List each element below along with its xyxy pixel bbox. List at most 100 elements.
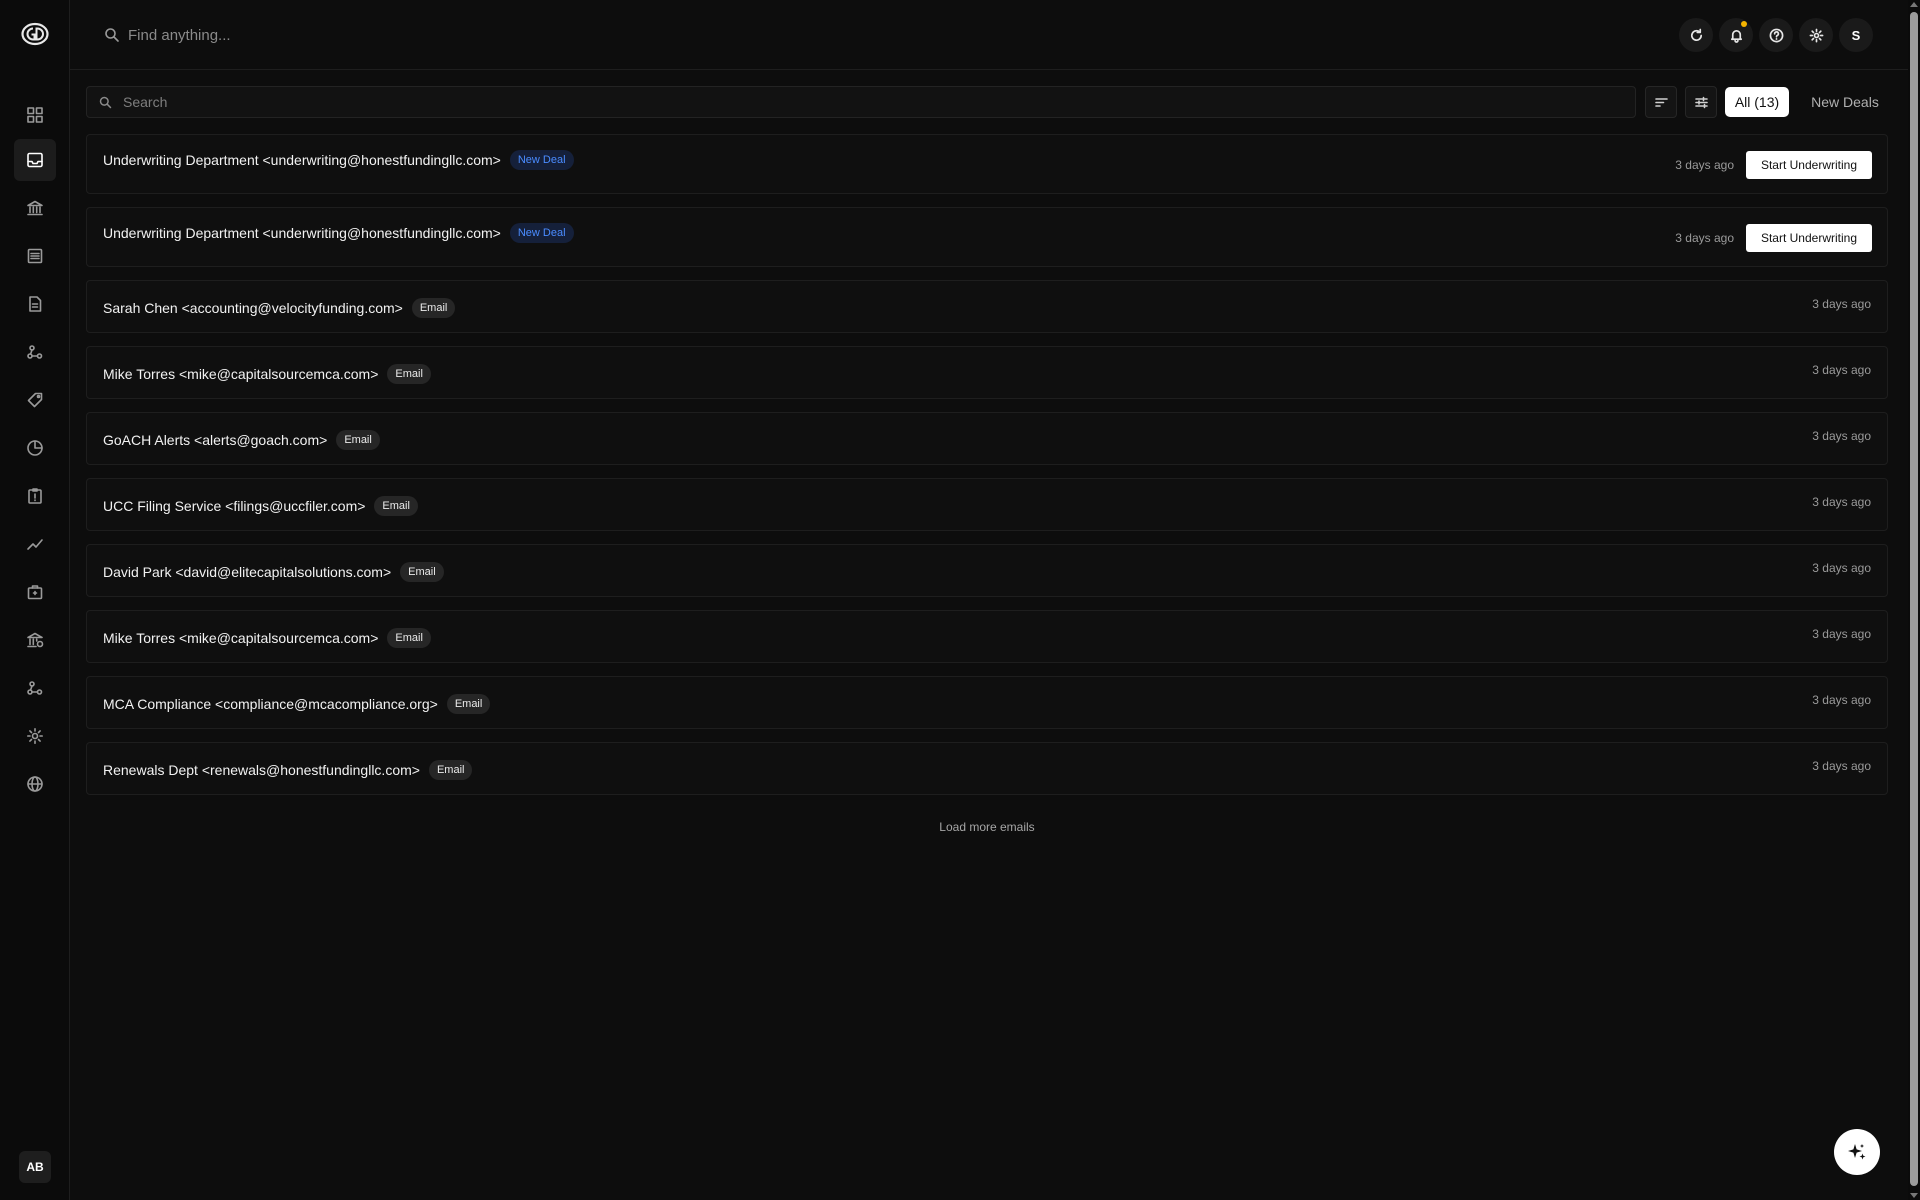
sort-button[interactable] <box>1645 86 1677 118</box>
email-timestamp: 3 days ago <box>1812 363 1871 377</box>
email-row[interactable]: Mike Torres <mike@capitalsourcemca.com> E… <box>86 610 1888 663</box>
sidebar-item-tasks[interactable] <box>14 475 56 517</box>
email-sender: Mike Torres <mike@capitalsourcemca.com> <box>103 366 379 382</box>
scroll-up-arrow[interactable] <box>1910 2 1918 7</box>
sidebar-item-analytics[interactable] <box>14 523 56 565</box>
sidebar-item-settings[interactable] <box>14 715 56 757</box>
email-sender: Renewals Dept <renewals@honestfundingllc… <box>103 762 420 778</box>
email-timestamp: 3 days ago <box>1812 759 1871 773</box>
email-row[interactable]: Underwriting Department <underwriting@ho… <box>86 207 1888 267</box>
list-toolbar: All (13) New Deals <box>86 86 1886 118</box>
sparkles-icon <box>1848 1144 1866 1160</box>
email-timestamp: 3 days ago <box>1812 495 1871 509</box>
refresh-button[interactable] <box>1679 18 1713 52</box>
email-timestamp: 3 days ago <box>1675 231 1734 245</box>
nodes-icon <box>27 345 43 359</box>
help-button[interactable] <box>1759 18 1793 52</box>
sidebar-item-nodes[interactable] <box>14 331 56 373</box>
network-icon <box>27 681 43 695</box>
refresh-icon <box>1690 28 1702 41</box>
notification-dot <box>1741 21 1747 27</box>
sidebar-item-globe[interactable] <box>14 763 56 805</box>
email-row-content: Underwriting Department <underwriting@ho… <box>103 223 574 243</box>
new-deal-badge: New Deal <box>509 223 574 243</box>
sidebar-item-tags[interactable] <box>14 379 56 421</box>
globe-icon <box>27 776 43 792</box>
email-sender: Underwriting Department <underwriting@ho… <box>103 152 501 168</box>
scroll-down-arrow[interactable] <box>1910 1193 1918 1198</box>
email-timestamp: 3 days ago <box>1812 627 1871 641</box>
sidebar-item-portfolio[interactable] <box>14 571 56 613</box>
email-row-content: Mike Torres <mike@capitalsourcemca.com> E… <box>103 364 431 384</box>
email-badge: Email <box>387 364 431 384</box>
email-badge: Email <box>374 496 418 516</box>
email-row-content: Sarah Chen <accounting@velocityfunding.c… <box>103 298 456 318</box>
search-icon <box>105 28 119 42</box>
email-row-content: MCA Compliance <compliance@mcacompliance… <box>103 694 491 714</box>
email-row[interactable]: Mike Torres <mike@capitalsourcemca.com> E… <box>86 346 1888 399</box>
email-timestamp: 3 days ago <box>1812 297 1871 311</box>
sidebar-item-documents[interactable] <box>14 283 56 325</box>
global-search-input[interactable] <box>128 22 928 48</box>
notifications-button[interactable] <box>1719 18 1753 52</box>
start-underwriting-button[interactable]: Start Underwriting <box>1746 224 1872 252</box>
email-badge: Email <box>428 760 473 780</box>
sidebar-item-bank[interactable] <box>14 187 56 229</box>
gear-icon <box>1809 28 1823 42</box>
filter-all-tab[interactable]: All (13) <box>1725 87 1789 117</box>
email-row-content: GoACH Alerts <alerts@goach.com> Email <box>103 430 380 450</box>
sidebar-item-inbox[interactable] <box>14 139 56 181</box>
filter-settings-button[interactable] <box>1685 86 1717 118</box>
bank-icon <box>27 200 43 216</box>
settings-button[interactable] <box>1799 18 1833 52</box>
sidebar-item-dashboard[interactable] <box>14 94 56 136</box>
page-scrollbar[interactable] <box>1908 0 1920 1200</box>
new-deal-badge: New Deal <box>509 150 574 170</box>
sidebar-item-list[interactable] <box>14 235 56 277</box>
start-underwriting-button[interactable]: Start Underwriting <box>1746 151 1872 179</box>
email-timestamp: 3 days ago <box>1675 158 1734 172</box>
list-search-box[interactable] <box>86 86 1636 118</box>
email-row[interactable]: MCA Compliance <compliance@mcacompliance… <box>86 676 1888 729</box>
help-icon <box>1769 28 1783 42</box>
filter-new-deals-tab[interactable]: New Deals <box>1800 87 1890 117</box>
sliders-icon <box>1694 96 1708 108</box>
scroll-thumb[interactable] <box>1910 12 1918 1186</box>
email-row-content: David Park <david@elitecapitalsolutions.… <box>103 562 444 582</box>
email-row[interactable]: Underwriting Department <underwriting@ho… <box>86 134 1888 194</box>
email-timestamp: 3 days ago <box>1812 693 1871 707</box>
load-more-button[interactable]: Load more emails <box>900 820 1074 834</box>
email-badge: Email <box>446 694 491 714</box>
topbar: S <box>70 0 1908 70</box>
email-timestamp: 3 days ago <box>1812 429 1871 443</box>
email-row[interactable]: GoACH Alerts <alerts@goach.com> Email 3 da… <box>86 412 1888 465</box>
email-row-content: Underwriting Department <underwriting@ho… <box>103 150 574 170</box>
email-badge: Email <box>400 562 444 582</box>
sidebar: AB <box>0 0 70 1200</box>
email-sender: UCC Filing Service <filings@uccfiler.com… <box>103 498 366 514</box>
sidebar-item-reports[interactable] <box>14 427 56 469</box>
email-sender: MCA Compliance <compliance@mcacompliance… <box>103 696 438 712</box>
briefcase-icon <box>27 585 43 600</box>
email-badge: Email <box>387 628 431 648</box>
user-avatar[interactable]: S <box>1839 18 1873 52</box>
sidebar-item-network[interactable] <box>14 667 56 709</box>
user-initials-badge[interactable]: AB <box>19 1151 51 1183</box>
inbox-icon <box>27 152 43 168</box>
brand-logo-icon[interactable] <box>21 22 49 46</box>
sidebar-item-banking-verified[interactable] <box>14 619 56 661</box>
email-row[interactable]: Sarah Chen <accounting@velocityfunding.c… <box>86 280 1888 333</box>
list-search-input[interactable] <box>123 91 1603 113</box>
email-badge: Email <box>336 430 380 450</box>
email-sender: GoACH Alerts <alerts@goach.com> <box>103 432 328 448</box>
search-icon <box>99 96 112 109</box>
email-row-content: Mike Torres <mike@capitalsourcemca.com> E… <box>103 628 431 648</box>
trend-line-icon <box>27 539 43 550</box>
email-row[interactable]: Renewals Dept <renewals@honestfundingllc… <box>86 742 1888 795</box>
email-row[interactable]: UCC Filing Service <filings@uccfiler.com… <box>86 478 1888 531</box>
sort-icon <box>1654 97 1668 107</box>
dashboard-icon <box>27 107 43 123</box>
email-row[interactable]: David Park <david@elitecapitalsolutions.… <box>86 544 1888 597</box>
ai-assistant-button[interactable] <box>1834 1129 1880 1175</box>
bank-check-icon <box>27 632 44 648</box>
